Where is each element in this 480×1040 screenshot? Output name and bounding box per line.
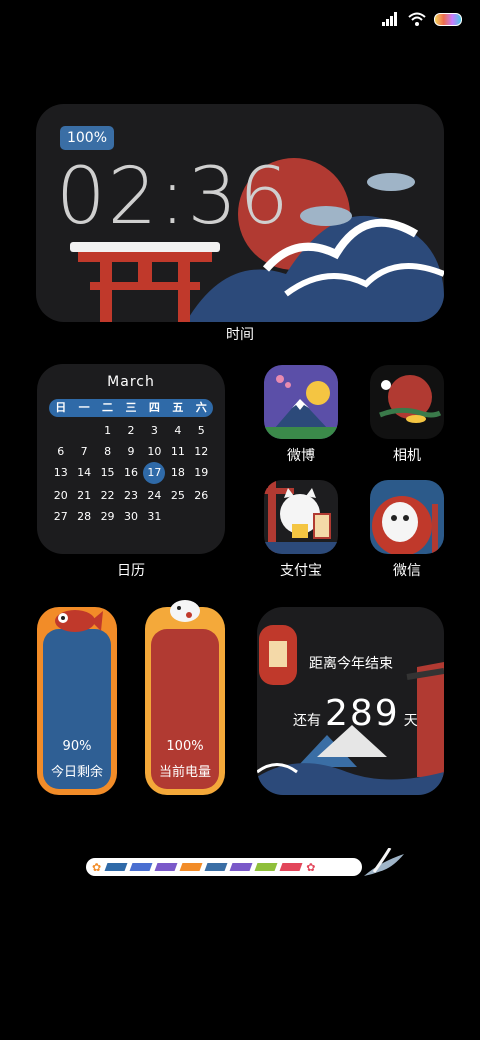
- calendar-day: [72, 422, 95, 440]
- alipay-lucky-cat-icon: [264, 480, 338, 554]
- calendar-day: 30: [123, 510, 138, 523]
- app-label: 相机: [393, 448, 421, 464]
- calendar-day: [166, 508, 189, 526]
- calendar-day: 22: [100, 489, 115, 502]
- calendar-widget[interactable]: March 日 一 二 三 四 五 六 1 2 3 4 5 6 7 8 9 10 11 12 13 14 1…: [37, 364, 225, 554]
- deco-stripe: [104, 863, 128, 871]
- calendar-day: 24: [147, 489, 162, 502]
- calendar-day: 6: [57, 445, 65, 458]
- calendar-day: 13: [53, 466, 68, 479]
- deco-stripe: [254, 863, 278, 871]
- countdown-title: 距离今年结束: [309, 656, 393, 672]
- calendar-day: 21: [77, 489, 92, 502]
- camera-sun-icon: [370, 365, 444, 439]
- weekday-label: 五: [172, 401, 184, 414]
- calendar-grid: 1 2 3 4 5 6 7 8 9 10 11 12 13 14 15 16 17 18 19 20 21 22 23 24 2…: [49, 422, 213, 547]
- today-remaining-label: 今日剩余: [50, 765, 103, 780]
- calendar-day: 25: [170, 489, 185, 502]
- calendar-day: 4: [174, 424, 182, 437]
- calendar-day: 29: [100, 510, 115, 523]
- calendar-day: 23: [123, 489, 138, 502]
- calendar-day: [190, 508, 213, 526]
- countdown-value-row: 还有 289 天: [293, 693, 418, 734]
- app-camera[interactable]: 相机: [370, 365, 444, 465]
- weibo-fuji-icon: [264, 365, 338, 439]
- calendar-day: 16: [123, 466, 138, 479]
- deco-stripe: [129, 863, 153, 871]
- calendar-weekday-header: 日 一 二 三 四 五 六: [49, 399, 213, 417]
- clock-widget-label: 时间: [226, 327, 254, 343]
- weekday-label: 六: [195, 401, 207, 414]
- app-label: 微博: [287, 448, 315, 464]
- calendar-day: 27: [53, 510, 68, 523]
- decorative-bar: ✿ ✿: [86, 858, 362, 876]
- deco-stripe: [279, 863, 303, 871]
- calendar-day: 5: [197, 424, 205, 437]
- weekday-label: 四: [148, 401, 160, 414]
- calendar-day: 28: [77, 510, 92, 523]
- calendar-day: 1: [104, 424, 112, 437]
- calendar-day: 9: [127, 445, 135, 458]
- calendar-day: [49, 529, 72, 547]
- deco-stripe: [154, 863, 178, 871]
- weekday-label: 日: [55, 401, 67, 414]
- calendar-day: 14: [77, 466, 92, 479]
- deco-stripe: [229, 863, 253, 871]
- wechat-daruma-icon: [370, 480, 444, 554]
- deco-stripe: [179, 863, 203, 871]
- calendar-day: 26: [194, 489, 209, 502]
- calendar-day: 3: [150, 424, 158, 437]
- calendar-month: March: [107, 374, 155, 390]
- weekday-label: 三: [125, 401, 137, 414]
- weekday-label: 二: [102, 401, 114, 414]
- clock-widget[interactable]: 100% 02:36: [36, 104, 444, 322]
- battery-widget[interactable]: 100% 当前电量: [145, 600, 225, 795]
- calendar-day: 12: [194, 445, 209, 458]
- year-countdown-widget[interactable]: 距离今年结束 还有 289 天: [257, 607, 444, 795]
- calendar-day: 19: [194, 466, 209, 479]
- calendar-day: 11: [170, 445, 185, 458]
- app-wechat[interactable]: 微信: [370, 480, 444, 580]
- koi-fish-icon: [55, 610, 103, 632]
- weekday-label: 一: [78, 401, 90, 414]
- countdown-suffix: 天: [403, 713, 418, 729]
- calendar-day: 8: [104, 445, 112, 458]
- calendar-day: 7: [80, 445, 88, 458]
- today-remaining-widget[interactable]: 90% 今日剩余: [37, 607, 117, 795]
- wifi-icon: [408, 12, 426, 26]
- torii-gate-artwork: [70, 242, 220, 322]
- battery-percent: 100%: [166, 739, 204, 754]
- calendar-day: [49, 422, 72, 440]
- battery-icon: [434, 12, 462, 26]
- calendar-day: 10: [147, 445, 162, 458]
- countdown-days: 289: [325, 693, 400, 734]
- calendar-day-today: 17: [143, 462, 166, 484]
- battery-badge: 100%: [60, 126, 114, 150]
- signal-icon: [382, 12, 397, 26]
- calendar-day: 31: [147, 510, 162, 523]
- countdown-prefix: 还有: [293, 713, 321, 729]
- app-alipay[interactable]: 支付宝: [264, 480, 338, 580]
- app-label: 支付宝: [280, 563, 322, 579]
- flower-icon: ✿: [306, 860, 316, 874]
- flower-icon: ✿: [92, 860, 102, 874]
- deco-stripe: [204, 863, 228, 871]
- status-bar: [382, 12, 462, 26]
- calendar-day: 18: [170, 466, 185, 479]
- clock-time: 02:36: [56, 152, 291, 242]
- today-remaining-percent: 90%: [62, 739, 92, 754]
- calendar-day: 15: [100, 466, 115, 479]
- calendar-label: 日历: [117, 563, 145, 579]
- calendar-day: 2: [127, 424, 135, 437]
- calendar-day: 20: [53, 489, 68, 502]
- app-weibo[interactable]: 微博: [264, 365, 338, 465]
- crane-bird-icon: [364, 848, 404, 876]
- koi-white-icon: [170, 600, 200, 622]
- battery-label: 当前电量: [158, 765, 211, 780]
- app-label: 微信: [393, 563, 421, 579]
